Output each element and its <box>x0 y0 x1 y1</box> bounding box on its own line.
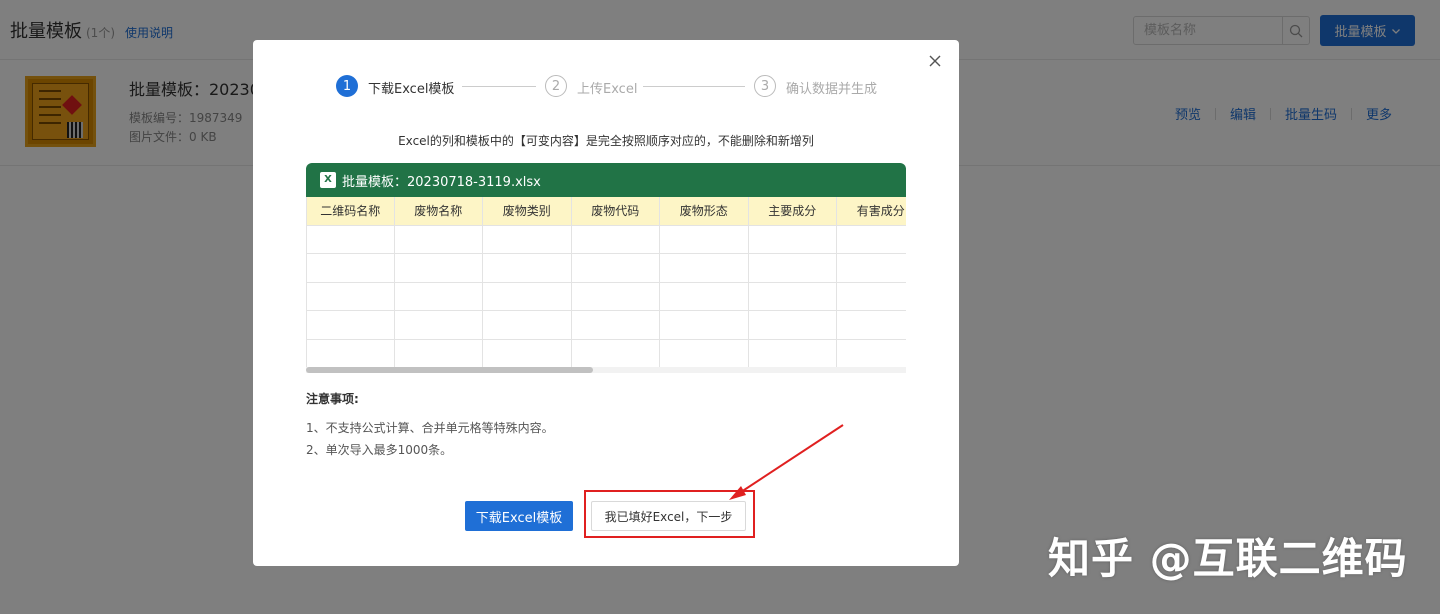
table-cell <box>571 225 660 254</box>
table-row <box>306 225 906 254</box>
column-order-tip: Excel的列和模板中的【可变内容】是完全按照顺序对应的，不能删除和新增列 <box>398 134 814 148</box>
table-cell <box>483 311 572 340</box>
table-cell <box>837 339 906 368</box>
step-2-label: 上传Excel <box>577 82 638 97</box>
batch-import-modal: 1 下载Excel模板 2 上传Excel 3 确认数据并生成 Excel的列和… <box>253 40 959 566</box>
table-cell <box>660 339 749 368</box>
note-item: 2、单次导入最多1000条。 <box>306 443 453 457</box>
step-connector <box>462 86 536 87</box>
table-cell <box>483 254 572 283</box>
table-cell <box>394 225 483 254</box>
table-cell <box>660 311 749 340</box>
column-header: 废物代码 <box>571 197 660 226</box>
table-cell <box>748 339 837 368</box>
annotation-highlight-box <box>584 490 755 538</box>
column-header: 有害成分 <box>837 197 906 226</box>
table-cell <box>394 339 483 368</box>
step-1-number: 1 <box>336 75 358 97</box>
column-header: 主要成分 <box>748 197 837 226</box>
table-cell <box>571 339 660 368</box>
table-cell <box>571 311 660 340</box>
notes-title: 注意事项: <box>306 392 359 406</box>
table-cell <box>483 282 572 311</box>
download-excel-template-button[interactable]: 下载Excel模板 <box>465 501 573 531</box>
table-cell <box>306 225 395 254</box>
table-cell <box>394 282 483 311</box>
step-3-number: 3 <box>754 75 776 97</box>
table-row <box>306 254 906 283</box>
step-3-label: 确认数据并生成 <box>786 82 878 97</box>
scrollbar-thumb[interactable] <box>306 367 593 373</box>
column-header: 废物形态 <box>660 197 749 226</box>
table-cell <box>394 311 483 340</box>
table-cell <box>748 311 837 340</box>
table-cell <box>483 225 572 254</box>
table-cell <box>837 225 906 254</box>
column-header: 废物类别 <box>483 197 572 226</box>
excel-file-icon <box>320 172 336 188</box>
excel-file-header: 批量模板：20230718-3119.xlsx <box>306 163 906 197</box>
table-cell <box>748 225 837 254</box>
table-cell <box>306 311 395 340</box>
table-cell <box>837 282 906 311</box>
table-header-row: 二维码名称 废物名称 废物类别 废物代码 废物形态 主要成分 有害成分 <box>306 197 906 226</box>
table-cell <box>748 254 837 283</box>
watermark: 知乎 @互联二维码 <box>1048 534 1408 583</box>
table-cell <box>306 282 395 311</box>
close-button[interactable] <box>927 54 943 70</box>
table-cell <box>306 339 395 368</box>
close-icon <box>929 55 941 67</box>
table-cell <box>748 282 837 311</box>
step-indicator: 1 下载Excel模板 2 上传Excel 3 确认数据并生成 <box>336 75 896 99</box>
horizontal-scrollbar[interactable] <box>306 367 906 373</box>
step-connector <box>643 86 745 87</box>
table-row <box>306 339 906 368</box>
table-cell <box>660 254 749 283</box>
table-row <box>306 282 906 311</box>
table-cell <box>660 225 749 254</box>
table-row <box>306 311 906 340</box>
table-cell <box>571 254 660 283</box>
excel-file-name: 批量模板：20230718-3119.xlsx <box>342 174 541 190</box>
step-2-number: 2 <box>545 75 567 97</box>
table-cell <box>837 311 906 340</box>
table-cell <box>306 254 395 283</box>
table-cell <box>571 282 660 311</box>
table-cell <box>837 254 906 283</box>
step-1-label: 下载Excel模板 <box>368 82 455 97</box>
table-cell <box>483 339 572 368</box>
note-item: 1、不支持公式计算、合并单元格等特殊内容。 <box>306 421 554 435</box>
table-cell <box>660 282 749 311</box>
table-cell <box>394 254 483 283</box>
column-header: 废物名称 <box>394 197 483 226</box>
excel-preview: 批量模板：20230718-3119.xlsx 二维码名称 废物名称 废物类别 … <box>306 163 906 373</box>
excel-grid: 二维码名称 废物名称 废物类别 废物代码 废物形态 主要成分 有害成分 <box>306 197 906 368</box>
column-header: 二维码名称 <box>306 197 395 226</box>
